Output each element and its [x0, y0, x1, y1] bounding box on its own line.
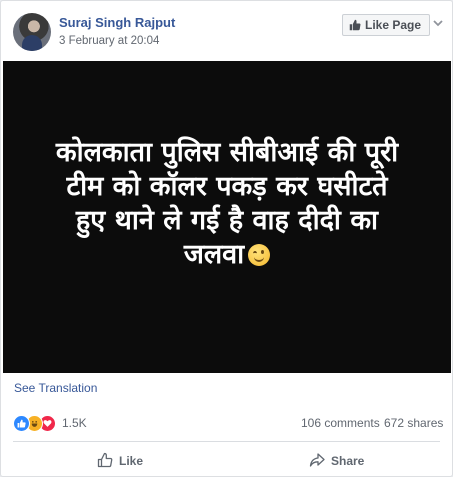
winking-face-icon — [248, 244, 271, 266]
like-label: Like — [119, 454, 144, 468]
post-timestamp[interactable]: 3 February at 20:04 — [59, 35, 159, 47]
post-image[interactable]: कोलकाता पुलिस सीबीआई की पूरी टीम को कॉलर… — [3, 61, 451, 373]
like-button[interactable]: Like — [97, 450, 143, 472]
reaction-count[interactable]: 1.5K — [62, 416, 87, 430]
like-page-button[interactable]: Like Page — [342, 14, 431, 36]
share-label: Share — [331, 454, 365, 468]
thumbs-up-outline-icon — [97, 452, 113, 471]
comments-count[interactable]: 106 comments — [301, 416, 380, 430]
divider — [13, 441, 440, 442]
thumbs-up-icon — [349, 19, 361, 31]
like-icon — [13, 415, 30, 432]
share-arrow-icon — [309, 452, 325, 471]
avatar-figure — [22, 35, 42, 51]
post-header: Suraj Singh Rajput 3 February at 20:04 L… — [1, 1, 452, 61]
author-name[interactable]: Suraj Singh Rajput — [59, 15, 175, 30]
see-translation-link[interactable]: See Translation — [14, 381, 97, 395]
image-text-line-2: टीम को कॉलर पकड़ कर घसीटते — [66, 171, 388, 202]
reaction-icons[interactable] — [13, 415, 59, 432]
reactions-row: 1.5K 106 comments 672 shares — [1, 409, 452, 435]
image-text-line-4: जलवा — [183, 239, 245, 270]
shares-count[interactable]: 672 shares — [384, 416, 443, 430]
actions-row: Like Share — [1, 446, 452, 476]
avatar[interactable] — [13, 13, 51, 51]
image-text: कोलकाता पुलिस सीबीआई की पूरी टीम को कॉलर… — [27, 136, 427, 272]
emoji-eye — [261, 250, 265, 254]
facebook-post: Suraj Singh Rajput 3 February at 20:04 L… — [0, 0, 453, 477]
chevron-down-icon[interactable] — [431, 16, 445, 30]
image-text-line-1: कोलकाता पुलिस सीबीआई की पूरी — [55, 137, 399, 168]
share-button[interactable]: Share — [309, 450, 364, 472]
like-page-label: Like Page — [365, 18, 422, 32]
image-text-line-3: हुए थाने ले गई है वाह दीदी का — [75, 205, 379, 236]
